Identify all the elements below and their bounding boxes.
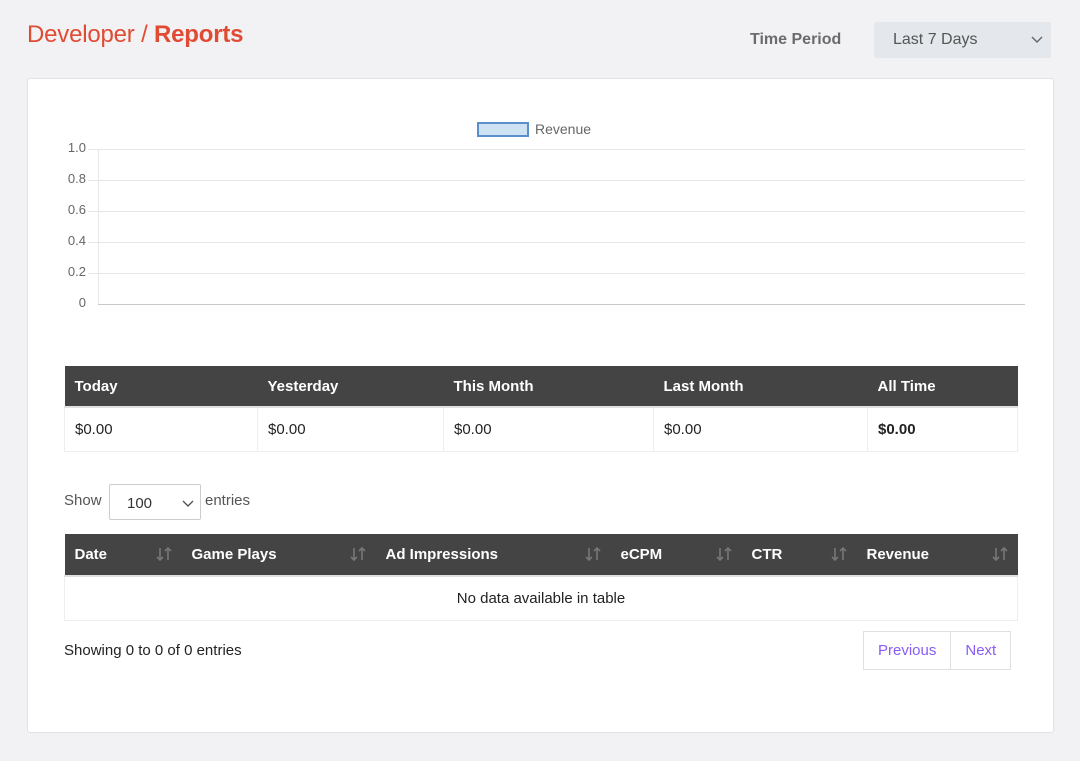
- column-header-label: CTR: [751, 546, 783, 563]
- legend-swatch-revenue: [477, 122, 529, 137]
- table-row: $0.00 $0.00 $0.00 $0.00 $0.00: [64, 407, 1018, 452]
- summary-value-this-month: $0.00: [443, 407, 654, 452]
- entries-length-value: 100: [127, 495, 153, 512]
- time-period-value: Last 7 Days: [893, 31, 978, 48]
- time-period-select[interactable]: Last 7 Days: [874, 22, 1051, 58]
- revenue-chart: Revenue 1.0 0.8 0.6 0.4 0.2 0: [28, 79, 1055, 329]
- empty-table-message: No data available in table: [64, 576, 1018, 621]
- chevron-down-icon: [181, 496, 195, 514]
- y-tick-label: 0.4: [67, 233, 86, 248]
- legend-label-revenue: Revenue: [535, 121, 592, 137]
- y-tick-label: 1.0: [67, 140, 86, 155]
- previous-page-button[interactable]: Previous: [863, 631, 952, 670]
- chevron-down-icon: [1030, 32, 1044, 51]
- x-axis-line: [98, 304, 1025, 305]
- entries-length-select[interactable]: 100: [109, 484, 201, 520]
- summary-header-this-month: This Month: [443, 366, 654, 408]
- gridline: [88, 242, 1025, 243]
- y-tick-label: 0.2: [67, 264, 86, 279]
- column-header-date[interactable]: Date: [64, 534, 182, 577]
- breadcrumb-parent[interactable]: Developer: [27, 21, 135, 48]
- column-header-label: Ad Impressions: [385, 546, 499, 563]
- breadcrumb-current: Reports: [154, 21, 244, 48]
- summary-header-all-time: All Time: [867, 366, 1018, 408]
- column-header-ad-impressions[interactable]: Ad Impressions: [375, 534, 611, 577]
- gridline: [88, 180, 1025, 181]
- column-header-ctr[interactable]: CTR: [741, 534, 857, 577]
- y-tick-label: 0.8: [67, 171, 86, 186]
- column-header-revenue[interactable]: Revenue: [856, 534, 1018, 577]
- sort-icon: [155, 546, 172, 565]
- summary-value-today: $0.00: [64, 407, 258, 452]
- y-tick-label: 0.6: [67, 202, 86, 217]
- pagination: Previous Next: [863, 631, 1012, 670]
- column-header-label: Date: [74, 546, 108, 563]
- page-title: Developer / Reports: [27, 21, 243, 49]
- column-header-label: Revenue: [866, 546, 930, 563]
- column-header-game-plays[interactable]: Game Plays: [181, 534, 376, 577]
- column-header-label: eCPM: [620, 546, 663, 563]
- next-page-button[interactable]: Next: [951, 631, 1012, 670]
- breadcrumb-separator: /: [134, 21, 155, 48]
- reports-data-table: Date Game Plays Ad Impressions eCPM CTR: [64, 534, 1018, 621]
- y-tick-label: 0: [78, 295, 86, 310]
- gridline: [88, 211, 1025, 212]
- gridline: [88, 149, 1025, 150]
- revenue-summary-table: Today Yesterday This Month Last Month Al…: [64, 366, 1018, 452]
- sort-icon: [715, 546, 732, 565]
- column-header-label: Game Plays: [191, 546, 277, 563]
- summary-value-yesterday: $0.00: [257, 407, 444, 452]
- sort-icon: [830, 546, 847, 565]
- summary-header-today: Today: [64, 366, 258, 408]
- table-info: Showing 0 to 0 of 0 entries: [64, 642, 242, 659]
- report-panel: Revenue 1.0 0.8 0.6 0.4 0.2 0 Today Yest…: [27, 78, 1054, 733]
- gridline: [88, 273, 1025, 274]
- summary-header-last-month: Last Month: [653, 366, 868, 408]
- show-label: Show: [64, 492, 102, 509]
- table-row: No data available in table: [64, 576, 1018, 621]
- y-axis-line: [98, 149, 99, 304]
- summary-value-last-month: $0.00: [653, 407, 868, 452]
- entries-label: entries: [205, 492, 251, 509]
- sort-icon: [584, 546, 601, 565]
- sort-icon: [991, 546, 1008, 565]
- column-header-ecpm[interactable]: eCPM: [610, 534, 742, 577]
- summary-value-all-time: $0.00: [867, 407, 1018, 452]
- summary-header-yesterday: Yesterday: [257, 366, 444, 408]
- time-period-label: Time Period: [750, 31, 842, 48]
- sort-icon: [349, 546, 366, 565]
